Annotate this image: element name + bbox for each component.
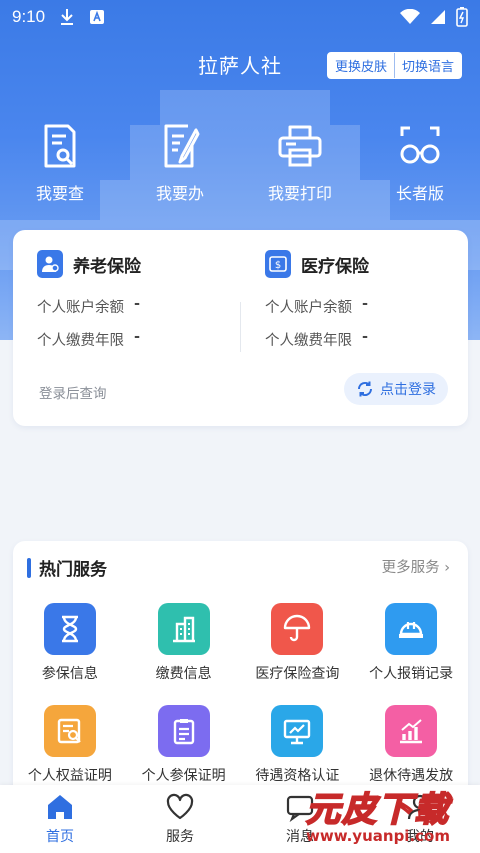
quick-action-label: 长者版 [395, 184, 444, 203]
service-label: 缴费信息 [155, 666, 212, 682]
tab-label: 首页 [46, 829, 74, 845]
quick-action-query[interactable]: 我要查 [0, 122, 120, 204]
quick-actions: 我要查 我要办 我要打印 长者版 [0, 122, 480, 204]
pension-title: 养老保险 [73, 256, 141, 277]
service-item[interactable]: 退休待遇发放 [354, 705, 468, 785]
pension-years-value: - [134, 329, 141, 345]
app-notification-icon [90, 10, 105, 24]
clipboard-icon [157, 705, 210, 757]
service-label: 个人参保证明 [141, 768, 226, 784]
helmet-icon [385, 603, 438, 655]
login-hint: 登录后查询 [39, 386, 107, 402]
doc-search-icon [43, 705, 96, 757]
watermark-url: www.yuanpi.com [306, 826, 450, 845]
status-time: 9:10 [12, 7, 46, 26]
medical-balance-value: - [362, 296, 369, 312]
change-skin-button[interactable]: 更换皮肤 [327, 53, 394, 78]
pension-years-label: 个人缴费年限 [37, 333, 124, 349]
hourglass-icon [43, 603, 96, 655]
home-icon [48, 795, 72, 819]
medical-years-value: - [362, 329, 369, 345]
login-button-label: 点击登录 [380, 382, 436, 398]
building-icon [157, 603, 210, 655]
heart-icon [166, 793, 194, 820]
quick-action-label: 我要办 [155, 184, 204, 203]
search-document-icon [44, 124, 76, 168]
quick-action-label: 我要查 [35, 184, 84, 203]
printer-icon [278, 125, 322, 167]
services-grid: 参保信息 缴费信息 医疗保险查询 个人报销记录 个人权益证明 个人参保证明 待遇… [13, 603, 468, 785]
medical-balance-label: 个人账户余额 [265, 300, 352, 316]
more-services-link[interactable]: 更多服务 › [382, 556, 450, 577]
site-watermark: 元皮下载 www.yuanpi.com [280, 777, 476, 849]
chevron-right-icon: › [444, 560, 450, 576]
pension-balance-label: 个人账户余额 [37, 300, 124, 316]
umbrella-icon [271, 603, 324, 655]
service-label: 医疗保险查询 [255, 666, 340, 682]
divider [240, 302, 241, 352]
battery-icon [456, 7, 468, 27]
download-icon [61, 9, 74, 25]
medical-insurance[interactable]: $ 医疗保险 个人账户余额 - 个人缴费年限 - [265, 250, 480, 350]
service-label: 个人报销记录 [369, 666, 454, 682]
header-actions: 更换皮肤 切换语言 [326, 52, 462, 79]
service-item[interactable]: 医疗保险查询 [241, 603, 355, 683]
quick-action-label: 我要打印 [267, 184, 332, 203]
pension-insurance[interactable]: 养老保险 个人账户余额 - 个人缴费年限 - [37, 250, 257, 350]
medical-title: 医疗保险 [301, 256, 369, 277]
hot-services-title: 热门服务 [39, 560, 107, 580]
pension-icon [37, 250, 63, 278]
service-item[interactable]: 缴费信息 [127, 603, 241, 683]
service-label: 个人权益证明 [27, 768, 112, 784]
refresh-icon [357, 381, 373, 397]
medical-years-label: 个人缴费年限 [265, 333, 352, 349]
service-item[interactable]: 个人权益证明 [13, 705, 127, 785]
pension-balance-value: - [134, 296, 141, 312]
login-button[interactable]: 点击登录 [344, 373, 448, 405]
medical-icon: $ [265, 250, 291, 278]
signal-icon [431, 10, 445, 24]
status-bar: 9:10 [0, 0, 480, 34]
tab-label: 服务 [166, 829, 194, 845]
section-accent-bar [27, 557, 31, 578]
insurance-card: 养老保险 个人账户余额 - 个人缴费年限 - $ 医疗保险 个人账户余额 - 个… [13, 230, 468, 426]
bar-chart-icon [385, 705, 438, 757]
service-item[interactable]: 个人报销记录 [354, 603, 468, 683]
tab-services[interactable]: 服务 [120, 785, 240, 853]
change-language-button[interactable]: 切换语言 [393, 53, 461, 78]
quick-action-handle[interactable]: 我要办 [120, 122, 240, 204]
tab-home[interactable]: 首页 [0, 785, 120, 853]
wifi-icon [400, 9, 420, 24]
glasses-icon [400, 126, 440, 164]
quick-action-print[interactable]: 我要打印 [240, 122, 360, 204]
more-services-label: 更多服务 [381, 560, 440, 576]
service-item[interactable]: 待遇资格认证 [241, 705, 355, 785]
service-item[interactable]: 参保信息 [13, 603, 127, 683]
edit-document-icon [164, 124, 200, 168]
quick-action-elder[interactable]: 长者版 [360, 122, 480, 204]
service-item[interactable]: 个人参保证明 [127, 705, 241, 785]
watermark-brand: 元皮下载 [305, 789, 450, 831]
monitor-chart-icon [271, 705, 324, 757]
svg-text:$: $ [275, 260, 281, 271]
service-label: 参保信息 [41, 666, 98, 682]
